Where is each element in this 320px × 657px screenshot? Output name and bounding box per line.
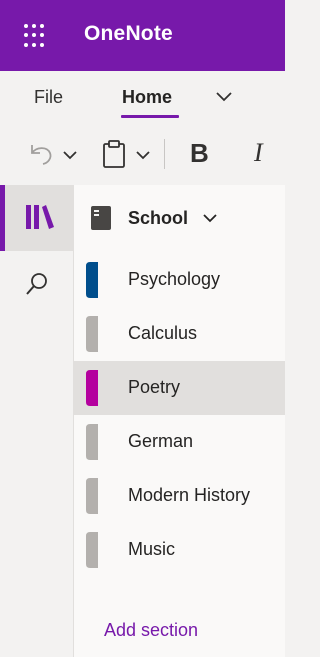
paste-chevron-down-icon[interactable] — [135, 149, 151, 161]
undo-icon[interactable] — [27, 141, 55, 167]
section-label: Modern History — [128, 485, 251, 505]
notebook-name: School — [128, 208, 189, 228]
notebook-picker[interactable]: School — [74, 185, 285, 251]
chevron-down-icon[interactable] — [214, 90, 234, 104]
section-tab-icon — [86, 478, 98, 514]
tab-file[interactable]: File — [34, 87, 63, 108]
section-item-poetry[interactable]: Poetry — [74, 361, 285, 415]
tab-home[interactable]: Home — [122, 87, 172, 108]
section-item-calculus[interactable]: Calculus — [74, 307, 285, 361]
app-title: OneNote — [84, 22, 173, 45]
section-tab-icon — [86, 424, 98, 460]
paste-icon[interactable] — [101, 139, 127, 169]
ribbon-toolbar: B I — [0, 121, 285, 185]
section-item-german[interactable]: German — [74, 415, 285, 469]
search-icon[interactable] — [24, 271, 50, 299]
navigation-rail — [0, 185, 74, 657]
section-item-psychology[interactable]: Psychology — [74, 253, 285, 307]
undo-chevron-down-icon[interactable] — [62, 149, 78, 161]
section-label: Psychology — [128, 269, 221, 289]
active-rail-indicator — [0, 185, 5, 251]
sections-panel: School Psychology Calculus Poetry German… — [74, 185, 285, 657]
title-bar: OneNote — [0, 0, 285, 71]
section-tab-icon — [86, 262, 98, 298]
section-tab-icon — [86, 532, 98, 568]
section-label: Poetry — [128, 377, 181, 397]
section-label: German — [128, 431, 194, 451]
toolbar-divider — [164, 139, 165, 169]
section-label: Calculus — [128, 323, 198, 343]
ribbon-tabs: File Home — [0, 71, 285, 121]
notebook-icon — [91, 206, 111, 230]
section-item-music[interactable]: Music — [74, 523, 285, 577]
italic-button[interactable]: I — [254, 138, 263, 168]
active-tab-indicator — [121, 115, 179, 118]
bold-button[interactable]: B — [190, 138, 209, 169]
section-tab-icon — [86, 316, 98, 352]
section-label: Music — [128, 539, 176, 559]
section-tab-icon — [86, 370, 98, 406]
add-section-link[interactable]: Add section — [104, 620, 198, 641]
notebooks-button[interactable] — [0, 185, 73, 251]
notebooks-icon — [26, 205, 54, 229]
chevron-down-icon — [203, 214, 217, 223]
app-launcher-icon[interactable] — [24, 24, 48, 48]
section-item-modern-history[interactable]: Modern History — [74, 469, 285, 523]
